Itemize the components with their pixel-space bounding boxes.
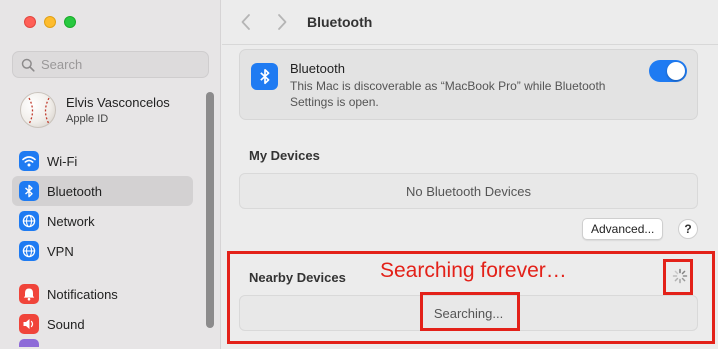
toolbar: Bluetooth [222, 0, 718, 45]
sidebar-item-wifi[interactable]: Wi-Fi [12, 146, 193, 176]
sidebar-item-bluetooth[interactable]: Bluetooth [12, 176, 193, 206]
minimize-window-button[interactable] [44, 16, 56, 28]
sidebar-nav: Wi-Fi Bluetooth Network VPN Notification… [12, 146, 193, 347]
sidebar-scrollbar[interactable] [206, 92, 214, 328]
sidebar-item-label: Sound [47, 316, 85, 332]
search-input[interactable] [41, 57, 201, 72]
sidebar-item-notifications[interactable]: Notifications [12, 279, 193, 309]
my-devices-empty-text: No Bluetooth Devices [405, 183, 531, 199]
sidebar-item-sound[interactable]: Sound [12, 309, 193, 339]
sidebar-item-partial[interactable] [12, 339, 193, 347]
profile-name: Elvis Vasconcelos [66, 95, 170, 110]
sidebar-item-network[interactable]: Network [12, 206, 193, 236]
bluetooth-card-description: This Mac is discoverable as “MacBook Pro… [290, 79, 606, 109]
bluetooth-card-title: Bluetooth [290, 61, 345, 76]
bluetooth-icon [251, 63, 278, 90]
bluetooth-icon [19, 181, 39, 201]
baseball-icon [28, 97, 50, 125]
sidebar-item-label: Bluetooth [47, 183, 102, 199]
sidebar-item-label: VPN [47, 243, 74, 259]
moon-icon [19, 339, 39, 347]
annotation-outline-searching [420, 292, 520, 331]
globe-icon [19, 241, 39, 261]
annotation-text: Searching forever… [380, 259, 567, 282]
window-controls [24, 16, 76, 28]
speaker-icon [19, 314, 39, 334]
search-icon [21, 58, 35, 72]
sidebar-item-vpn[interactable]: VPN [12, 236, 193, 266]
close-window-button[interactable] [24, 16, 36, 28]
sidebar-item-label: Wi-Fi [47, 153, 78, 169]
wifi-icon [19, 151, 39, 171]
forward-chevron-icon[interactable] [276, 13, 288, 31]
main-pane: Bluetooth Bluetooth This Mac is discover… [222, 0, 718, 349]
bell-icon [19, 284, 39, 304]
sidebar-item-label: Network [47, 213, 95, 229]
sidebar-item-label: Notifications [47, 286, 118, 302]
help-button[interactable]: ? [678, 219, 698, 239]
my-devices-list: No Bluetooth Devices [239, 173, 698, 209]
annotation-outline-spinner [663, 259, 693, 295]
bluetooth-toggle[interactable] [649, 60, 687, 82]
advanced-button[interactable]: Advanced... [582, 218, 664, 240]
search-field[interactable] [12, 51, 209, 78]
avatar [20, 92, 56, 128]
back-chevron-icon[interactable] [240, 13, 252, 31]
page-title: Bluetooth [307, 14, 373, 30]
zoom-window-button[interactable] [64, 16, 76, 28]
sidebar: Elvis Vasconcelos Apple ID Wi-Fi Bluetoo… [0, 0, 221, 349]
bluetooth-card: Bluetooth This Mac is discoverable as “M… [239, 49, 698, 120]
apple-id-profile[interactable]: Elvis Vasconcelos Apple ID [20, 92, 170, 128]
globe-icon [19, 211, 39, 231]
my-devices-title: My Devices [249, 148, 320, 163]
profile-subtitle: Apple ID [66, 113, 109, 125]
